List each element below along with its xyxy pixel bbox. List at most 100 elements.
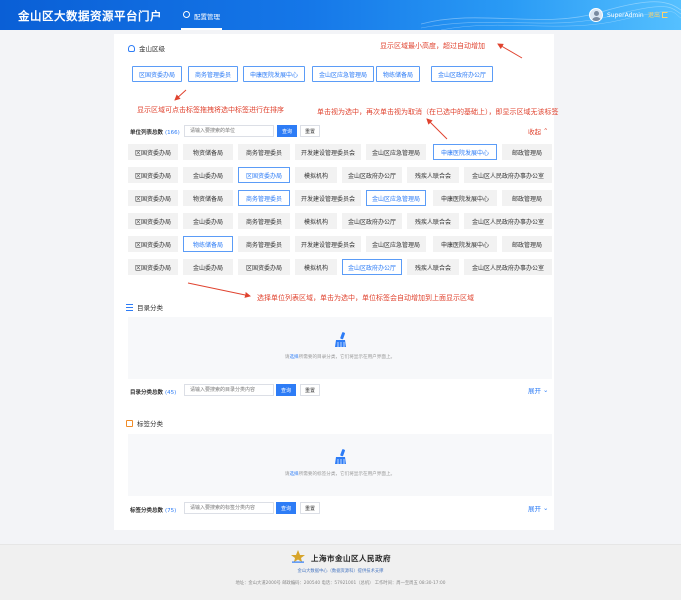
tab-label: 配置管理 — [194, 13, 220, 21]
unit-tag[interactable]: 开发建设管理委员会 — [295, 190, 361, 206]
unit-reset-button[interactable]: 重置 — [300, 125, 320, 137]
selected-tags-display[interactable]: 区国资委办局 商务管理委员 申康医院发展中心 金山区应急管理局 物练储备局 金山… — [128, 60, 538, 86]
username: SuperAdmin — [607, 11, 644, 19]
unit-tag[interactable]: 开发建设管理委员会 — [295, 144, 361, 160]
avatar — [589, 8, 603, 22]
catalog-empty-hint: 请选择所需要的目录分类，它们将显示在用户界面上。 — [284, 355, 396, 360]
selected-tag[interactable]: 区国资委办局 — [132, 66, 183, 82]
tags-display-area[interactable]: 请选择所需要的标签分类，它们将显示在用户界面上。 — [128, 434, 552, 496]
footer-contact: 地址：金山大道2000号 邮政编码：200540 电话：57921001（总机）… — [235, 581, 446, 586]
tags-expand-toggle[interactable]: 展开 ⌄ — [528, 503, 548, 513]
footer-support: 金山大数据中心（数据资源科）提供技术支撑 — [297, 569, 384, 574]
chevron-down-icon: ⌄ — [543, 504, 549, 512]
unit-tag[interactable]: 金山区人民政府办事办公室 — [464, 259, 552, 275]
selected-tag[interactable]: 金山区政府办公厅 — [431, 66, 494, 82]
unit-row: 区国资委办局 金山委办局 商务管理委员 模拟机构 金山区政府办公厅 残疾人联合会… — [128, 213, 552, 229]
government-emblem-icon — [291, 550, 305, 563]
annotation-unit-list: 选择单位列表区域，单击为选中，单位标签会自动增加到上面显示区域 — [257, 294, 474, 302]
unit-tag[interactable]: 区国资委办局 — [128, 259, 178, 275]
unit-tag[interactable]: 金山区应急管理局 — [366, 144, 426, 160]
unit-query-button[interactable]: 查询 — [277, 125, 297, 137]
select-link[interactable]: 选择 — [289, 472, 298, 477]
catalog-display-area[interactable]: 请选择所需要的目录分类，它们将显示在用户界面上。 — [128, 317, 552, 379]
chevron-up-icon: ⌃ — [543, 127, 549, 135]
unit-tag[interactable]: 物资储备局 — [183, 190, 233, 206]
annotation-click-toggle: 单击视为选中，再次单击视为取消（在已选中的基础上），即显示区域无该标签 — [317, 108, 559, 116]
active-tab-indicator — [181, 28, 222, 30]
catalog-expand-toggle[interactable]: 展开 ⌄ — [528, 385, 548, 395]
catalog-reset-button[interactable]: 重置 — [300, 384, 320, 396]
select-link[interactable]: 选择 — [289, 355, 298, 360]
unit-collapse-toggle[interactable]: 收起 ⌃ — [528, 126, 548, 136]
unit-search-input[interactable] — [184, 125, 274, 137]
unit-row: 区国资委办局 金山委办局 区国资委办局 模拟机构 金山区政府办公厅 残疾人联合会… — [128, 259, 552, 275]
unit-tag-selected[interactable]: 物练储备局 — [183, 236, 233, 252]
unit-tag[interactable]: 邮政管理局 — [502, 190, 552, 206]
list-icon — [126, 303, 133, 311]
unit-row: 区国资委办局 物资储备局 商务管理委员 开发建设管理委员会 金山区应急管理局 申… — [128, 144, 552, 160]
platform-title: 金山区大数据资源平台门户 — [18, 9, 162, 23]
broom-icon — [335, 332, 346, 347]
unit-tag-selected[interactable]: 金山区政府办公厅 — [342, 259, 402, 275]
selected-tag[interactable]: 商务管理委员 — [188, 66, 239, 82]
catalog-search-input[interactable] — [184, 384, 274, 396]
selected-tag[interactable]: 金山区应急管理局 — [312, 66, 375, 82]
unit-tag[interactable]: 区国资委办局 — [128, 144, 178, 160]
tab-config-management[interactable]: 配置管理 — [181, 7, 222, 30]
settings-icon — [183, 11, 190, 18]
top-header: 金山区大数据资源平台门户 配置管理 SuperAdmin 退出 — [0, 0, 681, 30]
tag-icon — [126, 419, 133, 427]
unit-tag[interactable]: 商务管理委员 — [238, 144, 290, 160]
unit-tag[interactable]: 金山委办局 — [183, 167, 233, 183]
unit-tag[interactable]: 模拟机构 — [295, 259, 337, 275]
logout-label: 退出 — [648, 12, 661, 19]
unit-tag[interactable]: 申康医院发展中心 — [433, 190, 497, 206]
unit-row: 区国资委办局 金山委办局 区国资委办局 模拟机构 金山区政府办公厅 残疾人联合会… — [128, 167, 552, 183]
unit-tag-selected[interactable]: 商务管理委员 — [238, 190, 290, 206]
unit-tag[interactable]: 区国资委办局 — [128, 213, 178, 229]
logout-button[interactable]: 退出 — [648, 10, 669, 19]
unit-tag[interactable]: 模拟机构 — [295, 167, 337, 183]
unit-row: 区国资委办局 物资储备局 商务管理委员 开发建设管理委员会 金山区应急管理局 申… — [128, 190, 552, 206]
unit-tag-selected[interactable]: 金山区应急管理局 — [366, 190, 426, 206]
unit-tag[interactable]: 金山委办局 — [183, 213, 233, 229]
unit-tag[interactable]: 金山委办局 — [183, 259, 233, 275]
unit-tag[interactable]: 商务管理委员 — [238, 236, 290, 252]
tags-reset-button[interactable]: 重置 — [300, 502, 320, 514]
unit-tag[interactable]: 邮政管理局 — [502, 144, 552, 160]
unit-tag[interactable]: 邮政管理局 — [502, 236, 552, 252]
unit-tag[interactable]: 残疾人联合会 — [407, 213, 459, 229]
unit-tag[interactable]: 区国资委办局 — [128, 190, 178, 206]
unit-tag[interactable]: 金山区政府办公厅 — [342, 213, 402, 229]
user-menu[interactable]: SuperAdmin — [589, 8, 644, 22]
unit-tag-selected[interactable]: 区国资委办局 — [238, 167, 290, 183]
catalog-count-label: 目录分类总数 (45) — [130, 390, 177, 396]
broom-icon — [335, 449, 346, 464]
unit-tag[interactable]: 区国资委办局 — [238, 259, 290, 275]
tags-query-button[interactable]: 查询 — [276, 502, 296, 514]
unit-tag[interactable]: 金山区人民政府办事办公室 — [464, 213, 552, 229]
unit-tag[interactable]: 区国资委办局 — [128, 167, 178, 183]
unit-tag[interactable]: 区国资委办局 — [128, 236, 178, 252]
unit-tag[interactable]: 金山区政府办公厅 — [342, 167, 402, 183]
annotation-min-height: 显示区域最小高度，超过自动增加 — [380, 42, 485, 50]
unit-tag[interactable]: 商务管理委员 — [238, 213, 290, 229]
section-tags-title: 标签分类 — [126, 418, 163, 428]
annotation-drag-sort: 显示区域可点击标签拖拽将选中标签进行在排序 — [137, 106, 284, 114]
unit-tag[interactable]: 金山区人民政府办事办公室 — [464, 167, 552, 183]
unit-tag[interactable]: 残疾人联合会 — [407, 167, 459, 183]
tags-search-input[interactable] — [184, 502, 274, 514]
footer-title: 上海市金山区人民政府 — [311, 554, 391, 563]
unit-tag-selected[interactable]: 申康医院发展中心 — [433, 144, 497, 160]
unit-tag[interactable]: 模拟机构 — [295, 213, 337, 229]
unit-tag[interactable]: 开发建设管理委员会 — [295, 236, 361, 252]
section-catalog-title: 目录分类 — [126, 302, 163, 312]
selected-tag[interactable]: 物练储备局 — [376, 66, 421, 82]
selected-tag[interactable]: 申康医院发展中心 — [243, 66, 306, 82]
unit-tag[interactable]: 物资储备局 — [183, 144, 233, 160]
unit-tag[interactable]: 残疾人联合会 — [407, 259, 459, 275]
section-jurisdiction-title: 金山区级 — [128, 43, 165, 53]
unit-tag[interactable]: 金山区应急管理局 — [366, 236, 426, 252]
catalog-query-button[interactable]: 查询 — [276, 384, 296, 396]
unit-tag[interactable]: 申康医院发展中心 — [433, 236, 497, 252]
